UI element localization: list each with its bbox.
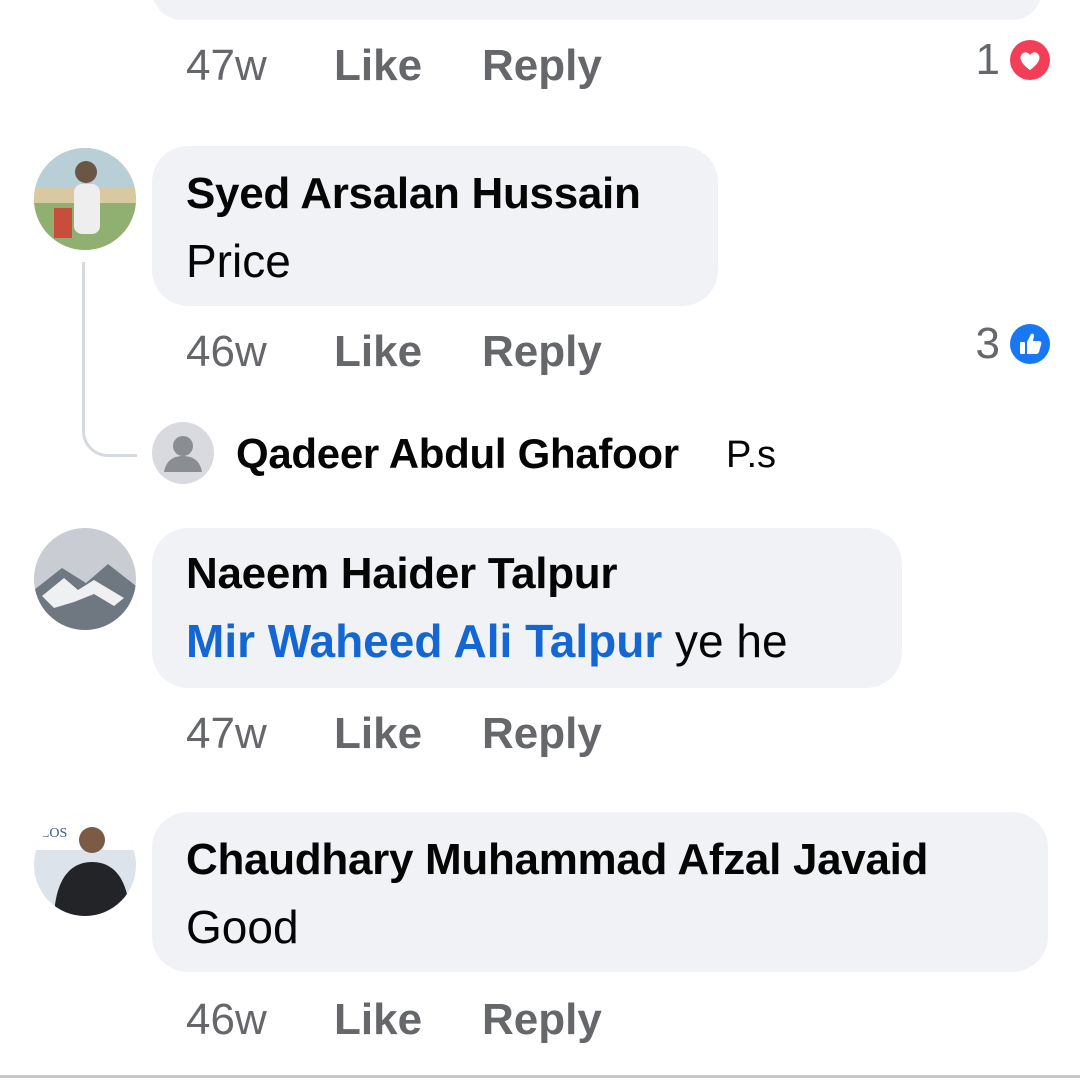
love-icon — [1010, 40, 1050, 80]
like-button[interactable]: Like — [334, 994, 422, 1046]
comment-text: Good — [186, 901, 299, 953]
comment-author[interactable]: Syed Arsalan Hussain — [186, 168, 641, 220]
avatar-text: COS — [40, 826, 68, 841]
comment-actions: 47w Like Reply — [186, 40, 686, 92]
comment-actions: 46w Like Reply — [186, 994, 686, 1046]
divider — [0, 1075, 1080, 1078]
avatar[interactable] — [34, 528, 136, 630]
reply-avatar[interactable] — [152, 422, 214, 484]
avatar[interactable]: COS — [34, 814, 136, 916]
reply-author[interactable]: Qadeer Abdul Ghafoor — [236, 428, 679, 480]
reply-button[interactable]: Reply — [482, 40, 602, 92]
like-icon — [1010, 324, 1050, 364]
comment-timestamp[interactable]: 46w — [186, 994, 267, 1046]
reply-text[interactable]: P.s — [726, 432, 776, 478]
avatar[interactable] — [34, 148, 136, 250]
like-button[interactable]: Like — [334, 326, 422, 378]
previous-comment-bubble — [152, 0, 1042, 20]
comment-body: ye he — [675, 615, 788, 667]
mention-link[interactable]: Mir Waheed Ali Talpur — [186, 615, 662, 667]
comment-author[interactable]: Chaudhary Muhammad Afzal Javaid — [186, 834, 928, 886]
like-button[interactable]: Like — [334, 40, 422, 92]
comment-timestamp[interactable]: 47w — [186, 40, 267, 92]
thread-line — [82, 262, 137, 457]
reaction-count: 3 — [975, 319, 1000, 368]
comment-text: Mir Waheed Ali Talpur ye he — [186, 614, 788, 668]
comment-timestamp[interactable]: 46w — [186, 326, 267, 378]
reaction-summary[interactable]: 3 — [940, 318, 1050, 370]
comment-actions: 47w Like Reply — [186, 708, 686, 760]
comment-author[interactable]: Naeem Haider Talpur — [186, 548, 617, 600]
comment-actions: 46w Like Reply — [186, 326, 686, 378]
like-button[interactable]: Like — [334, 708, 422, 760]
reply-button[interactable]: Reply — [482, 326, 602, 378]
comment-text: Price — [186, 235, 291, 287]
reaction-summary[interactable]: 1 — [940, 34, 1050, 86]
reply-button[interactable]: Reply — [482, 708, 602, 760]
comment-timestamp[interactable]: 47w — [186, 708, 267, 760]
reply-button[interactable]: Reply — [482, 994, 602, 1046]
reaction-count: 1 — [975, 35, 1000, 84]
